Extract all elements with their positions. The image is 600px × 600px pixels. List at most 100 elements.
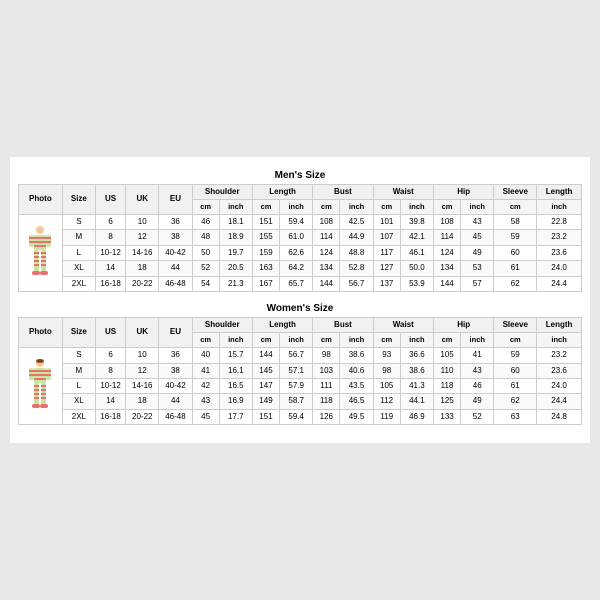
table-cell: 151 [252,409,279,424]
table-cell: 59 [494,230,537,245]
table-cell: 105 [373,378,400,393]
table-cell: 18 [126,394,159,409]
col-uk: UK [126,184,159,214]
table-cell: 12 [126,363,159,378]
table-cell: 21.3 [219,276,252,291]
length-inch: inch [280,200,313,215]
table-cell: 114 [313,230,340,245]
table-cell: 16-18 [95,276,125,291]
table-cell: 44.9 [340,230,373,245]
table-cell: 23.2 [537,230,582,245]
table-row: M812384818.915561.011444.910742.11144559… [19,230,582,245]
table-cell: 16.1 [219,363,252,378]
table-cell: 54 [192,276,219,291]
table-cell: 119 [373,409,400,424]
table-cell: 61.0 [280,230,313,245]
table-cell: 103 [313,363,340,378]
table-cell: 101 [373,215,400,230]
table-cell: 40 [192,348,219,363]
table-cell: M [62,363,95,378]
table-cell: 118 [433,378,460,393]
bust-cm: cm [313,200,340,215]
mens-table: Photo Size US UK EU Shoulder Length Bust… [18,184,582,292]
table-cell: 134 [433,261,460,276]
table-cell: 10-12 [95,245,125,260]
size-chart-container: Men's Size Photo Size US [10,157,590,443]
table-cell: 50.0 [400,261,433,276]
table-cell: 112 [373,394,400,409]
table-cell: 16.9 [219,394,252,409]
w-shoulder-cm: cm [192,333,219,348]
hip-inch: inch [461,200,494,215]
w-bust-cm: cm [313,333,340,348]
table-cell: 48.8 [340,245,373,260]
table-cell: 20.5 [219,261,252,276]
table-cell: 147 [252,378,279,393]
table-cell: 105 [433,348,460,363]
table-cell: 98 [313,348,340,363]
table-cell: 15.7 [219,348,252,363]
w-length2-inch: inch [537,333,582,348]
w-length-inch: inch [280,333,313,348]
table-cell: 46.5 [340,394,373,409]
table-cell: 60 [494,363,537,378]
table-cell: 8 [95,363,125,378]
table-row: S610364015.714456.79838.69336.6105415923… [19,348,582,363]
shoulder-cm: cm [192,200,219,215]
col-eu: EU [159,184,192,214]
table-cell: 118 [313,394,340,409]
table-cell: 110 [433,363,460,378]
bust-inch: inch [340,200,373,215]
table-cell: 8 [95,230,125,245]
table-cell: 108 [433,215,460,230]
col-shoulder: Shoulder [192,184,252,199]
table-cell: 20-22 [126,276,159,291]
table-cell: 111 [313,378,340,393]
table-row: XL1418444316.914958.711846.511244.112549… [19,394,582,409]
table-cell: 43 [461,215,494,230]
table-cell: 10 [126,215,159,230]
col-shoulder-w: Shoulder [192,318,252,333]
table-row: 2XL16-1820-2246-484517.715159.412649.511… [19,409,582,424]
table-cell: 163 [252,261,279,276]
mens-body: S610364618.115159.410842.510139.81084358… [19,215,582,292]
table-cell: 23.6 [537,245,582,260]
col-us-w: US [95,318,125,348]
table-cell: 144 [433,276,460,291]
col-length-w: Length [252,318,312,333]
table-cell: 117 [373,245,400,260]
table-cell: 18.1 [219,215,252,230]
table-cell: 126 [313,409,340,424]
table-cell: 98 [373,363,400,378]
table-cell: 23.2 [537,348,582,363]
table-cell: 22.8 [537,215,582,230]
waist-cm: cm [373,200,400,215]
table-cell: 49.5 [340,409,373,424]
table-cell: 57.9 [280,378,313,393]
table-cell: 16.5 [219,378,252,393]
womens-title: Women's Size [18,300,582,317]
table-row: L10-1214-1640-424216.514757.911143.51054… [19,378,582,393]
table-cell: 24.0 [537,261,582,276]
w-sleeve-cm: cm [494,333,537,348]
table-cell: 43 [461,363,494,378]
col-length2: Length [537,184,582,199]
w-waist-cm: cm [373,333,400,348]
col-photo-w: Photo [19,318,63,348]
col-size: Size [62,184,95,214]
womens-body: S610364015.714456.79838.69336.6105415923… [19,348,582,425]
table-cell: L [62,245,95,260]
table-cell: 45 [192,409,219,424]
table-cell: 134 [313,261,340,276]
col-uk-w: UK [126,318,159,348]
shoulder-inch: inch [219,200,252,215]
mens-title: Men's Size [18,167,582,184]
table-cell: 108 [313,215,340,230]
table-row: L10-1214-1640-425019.715962.612448.81174… [19,245,582,260]
table-cell: 24.4 [537,276,582,291]
w-hip-cm: cm [433,333,460,348]
table-cell: 107 [373,230,400,245]
length2-inch: inch [537,200,582,215]
table-cell: L [62,378,95,393]
table-cell: 56.7 [280,348,313,363]
